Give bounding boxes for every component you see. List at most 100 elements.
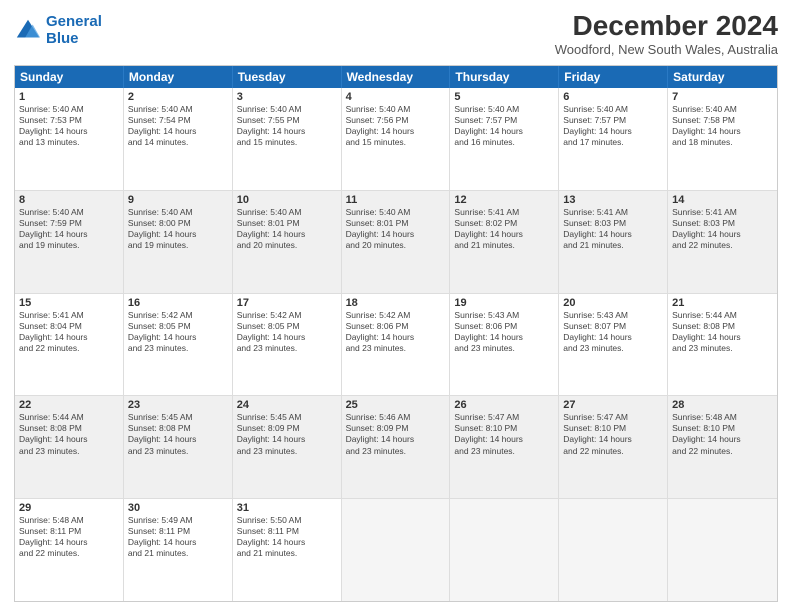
day-number: 16 (128, 297, 228, 309)
day-number: 19 (454, 297, 554, 309)
calendar-cell-3-3: 17Sunrise: 5:42 AM Sunset: 8:05 PM Dayli… (233, 294, 342, 396)
calendar-cell-5-1: 29Sunrise: 5:48 AM Sunset: 8:11 PM Dayli… (15, 499, 124, 601)
day-number: 6 (563, 91, 663, 103)
day-info: Sunrise: 5:43 AM Sunset: 8:06 PM Dayligh… (454, 310, 554, 354)
day-number: 25 (346, 399, 446, 411)
day-number: 5 (454, 91, 554, 103)
day-number: 13 (563, 194, 663, 206)
day-number: 23 (128, 399, 228, 411)
day-info: Sunrise: 5:40 AM Sunset: 8:00 PM Dayligh… (128, 207, 228, 251)
header-day-wednesday: Wednesday (342, 66, 451, 88)
calendar-cell-5-2: 30Sunrise: 5:49 AM Sunset: 8:11 PM Dayli… (124, 499, 233, 601)
day-info: Sunrise: 5:49 AM Sunset: 8:11 PM Dayligh… (128, 515, 228, 559)
calendar-cell-3-5: 19Sunrise: 5:43 AM Sunset: 8:06 PM Dayli… (450, 294, 559, 396)
calendar-cell-1-4: 4Sunrise: 5:40 AM Sunset: 7:56 PM Daylig… (342, 88, 451, 190)
calendar-cell-4-3: 24Sunrise: 5:45 AM Sunset: 8:09 PM Dayli… (233, 396, 342, 498)
calendar-row-1: 1Sunrise: 5:40 AM Sunset: 7:53 PM Daylig… (15, 88, 777, 191)
calendar-cell-2-2: 9Sunrise: 5:40 AM Sunset: 8:00 PM Daylig… (124, 191, 233, 293)
header-day-monday: Monday (124, 66, 233, 88)
day-number: 2 (128, 91, 228, 103)
day-number: 10 (237, 194, 337, 206)
day-info: Sunrise: 5:47 AM Sunset: 8:10 PM Dayligh… (563, 412, 663, 456)
day-info: Sunrise: 5:41 AM Sunset: 8:03 PM Dayligh… (672, 207, 773, 251)
day-number: 4 (346, 91, 446, 103)
calendar-cell-1-1: 1Sunrise: 5:40 AM Sunset: 7:53 PM Daylig… (15, 88, 124, 190)
main-title: December 2024 (555, 10, 778, 42)
calendar-cell-2-1: 8Sunrise: 5:40 AM Sunset: 7:59 PM Daylig… (15, 191, 124, 293)
calendar-row-2: 8Sunrise: 5:40 AM Sunset: 7:59 PM Daylig… (15, 191, 777, 294)
day-info: Sunrise: 5:42 AM Sunset: 8:05 PM Dayligh… (128, 310, 228, 354)
calendar-row-5: 29Sunrise: 5:48 AM Sunset: 8:11 PM Dayli… (15, 499, 777, 601)
day-info: Sunrise: 5:41 AM Sunset: 8:03 PM Dayligh… (563, 207, 663, 251)
day-number: 22 (19, 399, 119, 411)
day-info: Sunrise: 5:40 AM Sunset: 7:56 PM Dayligh… (346, 104, 446, 148)
day-info: Sunrise: 5:45 AM Sunset: 8:09 PM Dayligh… (237, 412, 337, 456)
calendar-cell-4-2: 23Sunrise: 5:45 AM Sunset: 8:08 PM Dayli… (124, 396, 233, 498)
day-number: 29 (19, 502, 119, 514)
day-info: Sunrise: 5:44 AM Sunset: 8:08 PM Dayligh… (672, 310, 773, 354)
day-number: 11 (346, 194, 446, 206)
day-info: Sunrise: 5:41 AM Sunset: 8:04 PM Dayligh… (19, 310, 119, 354)
day-info: Sunrise: 5:44 AM Sunset: 8:08 PM Dayligh… (19, 412, 119, 456)
day-info: Sunrise: 5:42 AM Sunset: 8:06 PM Dayligh… (346, 310, 446, 354)
day-info: Sunrise: 5:50 AM Sunset: 8:11 PM Dayligh… (237, 515, 337, 559)
day-info: Sunrise: 5:40 AM Sunset: 7:57 PM Dayligh… (563, 104, 663, 148)
calendar-cell-4-5: 26Sunrise: 5:47 AM Sunset: 8:10 PM Dayli… (450, 396, 559, 498)
calendar-cell-2-7: 14Sunrise: 5:41 AM Sunset: 8:03 PM Dayli… (668, 191, 777, 293)
calendar-row-3: 15Sunrise: 5:41 AM Sunset: 8:04 PM Dayli… (15, 294, 777, 397)
calendar-cell-3-1: 15Sunrise: 5:41 AM Sunset: 8:04 PM Dayli… (15, 294, 124, 396)
day-info: Sunrise: 5:40 AM Sunset: 7:54 PM Dayligh… (128, 104, 228, 148)
day-number: 30 (128, 502, 228, 514)
calendar-cell-2-4: 11Sunrise: 5:40 AM Sunset: 8:01 PM Dayli… (342, 191, 451, 293)
header-day-thursday: Thursday (450, 66, 559, 88)
day-number: 27 (563, 399, 663, 411)
day-number: 26 (454, 399, 554, 411)
calendar-cell-5-5 (450, 499, 559, 601)
day-info: Sunrise: 5:48 AM Sunset: 8:10 PM Dayligh… (672, 412, 773, 456)
logo-line2: Blue (46, 30, 79, 47)
calendar-cell-1-3: 3Sunrise: 5:40 AM Sunset: 7:55 PM Daylig… (233, 88, 342, 190)
day-info: Sunrise: 5:40 AM Sunset: 8:01 PM Dayligh… (237, 207, 337, 251)
day-info: Sunrise: 5:40 AM Sunset: 7:53 PM Dayligh… (19, 104, 119, 148)
day-info: Sunrise: 5:48 AM Sunset: 8:11 PM Dayligh… (19, 515, 119, 559)
calendar-cell-2-3: 10Sunrise: 5:40 AM Sunset: 8:01 PM Dayli… (233, 191, 342, 293)
calendar-body: 1Sunrise: 5:40 AM Sunset: 7:53 PM Daylig… (15, 88, 777, 601)
day-number: 21 (672, 297, 773, 309)
day-info: Sunrise: 5:40 AM Sunset: 7:59 PM Dayligh… (19, 207, 119, 251)
logo-line1: General (46, 13, 102, 30)
calendar-cell-5-3: 31Sunrise: 5:50 AM Sunset: 8:11 PM Dayli… (233, 499, 342, 601)
day-info: Sunrise: 5:41 AM Sunset: 8:02 PM Dayligh… (454, 207, 554, 251)
day-info: Sunrise: 5:40 AM Sunset: 8:01 PM Dayligh… (346, 207, 446, 251)
calendar-cell-3-6: 20Sunrise: 5:43 AM Sunset: 8:07 PM Dayli… (559, 294, 668, 396)
calendar-cell-1-2: 2Sunrise: 5:40 AM Sunset: 7:54 PM Daylig… (124, 88, 233, 190)
day-info: Sunrise: 5:43 AM Sunset: 8:07 PM Dayligh… (563, 310, 663, 354)
logo-icon (14, 17, 42, 45)
calendar-cell-5-4 (342, 499, 451, 601)
day-number: 15 (19, 297, 119, 309)
day-number: 8 (19, 194, 119, 206)
day-info: Sunrise: 5:46 AM Sunset: 8:09 PM Dayligh… (346, 412, 446, 456)
calendar-cell-4-6: 27Sunrise: 5:47 AM Sunset: 8:10 PM Dayli… (559, 396, 668, 498)
day-info: Sunrise: 5:42 AM Sunset: 8:05 PM Dayligh… (237, 310, 337, 354)
logo-text: General Blue (46, 14, 102, 47)
calendar-cell-4-1: 22Sunrise: 5:44 AM Sunset: 8:08 PM Dayli… (15, 396, 124, 498)
day-number: 9 (128, 194, 228, 206)
day-info: Sunrise: 5:40 AM Sunset: 7:57 PM Dayligh… (454, 104, 554, 148)
calendar-cell-4-4: 25Sunrise: 5:46 AM Sunset: 8:09 PM Dayli… (342, 396, 451, 498)
day-info: Sunrise: 5:40 AM Sunset: 7:55 PM Dayligh… (237, 104, 337, 148)
day-number: 7 (672, 91, 773, 103)
day-number: 24 (237, 399, 337, 411)
header-day-saturday: Saturday (668, 66, 777, 88)
day-number: 20 (563, 297, 663, 309)
day-number: 17 (237, 297, 337, 309)
logo: General Blue (14, 14, 102, 47)
calendar-cell-4-7: 28Sunrise: 5:48 AM Sunset: 8:10 PM Dayli… (668, 396, 777, 498)
calendar-cell-1-6: 6Sunrise: 5:40 AM Sunset: 7:57 PM Daylig… (559, 88, 668, 190)
calendar-row-4: 22Sunrise: 5:44 AM Sunset: 8:08 PM Dayli… (15, 396, 777, 499)
calendar-cell-3-4: 18Sunrise: 5:42 AM Sunset: 8:06 PM Dayli… (342, 294, 451, 396)
calendar: SundayMondayTuesdayWednesdayThursdayFrid… (14, 65, 778, 602)
header-day-sunday: Sunday (15, 66, 124, 88)
page: General Blue December 2024 Woodford, New… (0, 0, 792, 612)
day-number: 1 (19, 91, 119, 103)
calendar-header: SundayMondayTuesdayWednesdayThursdayFrid… (15, 66, 777, 88)
